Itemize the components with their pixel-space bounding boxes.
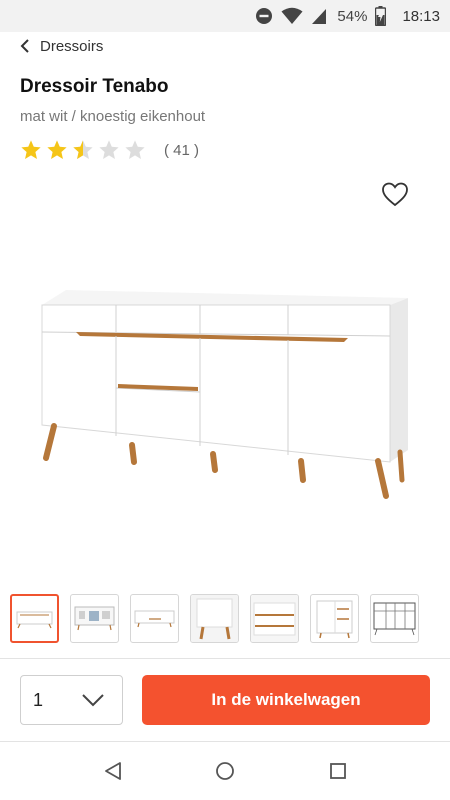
thumbnail-image: [16, 611, 53, 629]
product-image[interactable]: [18, 250, 432, 550]
product-title: Dressoir Tenabo: [20, 76, 169, 97]
battery-charging-icon: [375, 6, 387, 26]
thumbnail-image: [74, 606, 115, 631]
heart-icon: [382, 182, 408, 207]
thumbnail-5[interactable]: [250, 594, 299, 643]
rating[interactable]: ( 41 ): [20, 139, 199, 161]
thumbnail-3[interactable]: [130, 594, 179, 643]
back-triangle-icon: [105, 762, 121, 780]
divider-top: [0, 658, 450, 659]
thumbnail-image: [191, 595, 238, 642]
thumbnail-6[interactable]: [310, 594, 359, 643]
thumbnail-strip: [10, 594, 419, 643]
recents-square-icon: [330, 763, 346, 779]
thumbnail-image: [251, 595, 298, 642]
chevron-left-icon: [20, 39, 29, 53]
thumbnail-image: [134, 610, 175, 628]
breadcrumb-label: Dressoirs: [40, 37, 104, 55]
thumbnail-image: [373, 602, 416, 636]
signal-icon: [312, 9, 327, 24]
thumbnail-4[interactable]: [190, 594, 239, 643]
star-half-icon: [73, 140, 93, 159]
sideboard-illustration: [41, 290, 408, 499]
star-empty-icon: [99, 140, 119, 159]
breadcrumb-back-link[interactable]: Dressoirs: [20, 36, 103, 56]
nav-recents-button[interactable]: [328, 761, 348, 786]
wifi-icon: [281, 7, 303, 24]
add-to-cart-button[interactable]: In de winkelwagen: [142, 675, 430, 725]
chevron-down-icon: [82, 694, 104, 707]
status-icons: 54% 18:13: [255, 5, 440, 27]
clock-time: 18:13: [402, 7, 440, 25]
favorite-button[interactable]: [380, 179, 410, 209]
nav-back-button[interactable]: [103, 761, 123, 786]
quantity-select[interactable]: 1: [20, 675, 123, 725]
add-to-cart-label: In de winkelwagen: [211, 690, 361, 709]
quantity-value: 1: [33, 690, 44, 710]
system-nav-bar: [0, 742, 450, 800]
thumbnail-7[interactable]: [370, 594, 419, 643]
battery-percent: 54%: [337, 7, 368, 25]
nav-home-button[interactable]: [215, 761, 235, 786]
thumbnail-2[interactable]: [70, 594, 119, 643]
thumbnail-image: [316, 600, 353, 639]
review-count: ( 41 ): [164, 141, 200, 159]
do-not-disturb-icon: [256, 8, 273, 24]
product-subtitle: mat wit / knoestig eikenhout: [20, 108, 206, 125]
status-bar: 54% 18:13: [0, 0, 450, 32]
home-circle-icon: [216, 762, 234, 780]
star-filled-icon: [21, 140, 41, 159]
star-empty-icon: [125, 140, 145, 159]
star-filled-icon: [47, 140, 67, 159]
thumbnail-1[interactable]: [10, 594, 59, 643]
